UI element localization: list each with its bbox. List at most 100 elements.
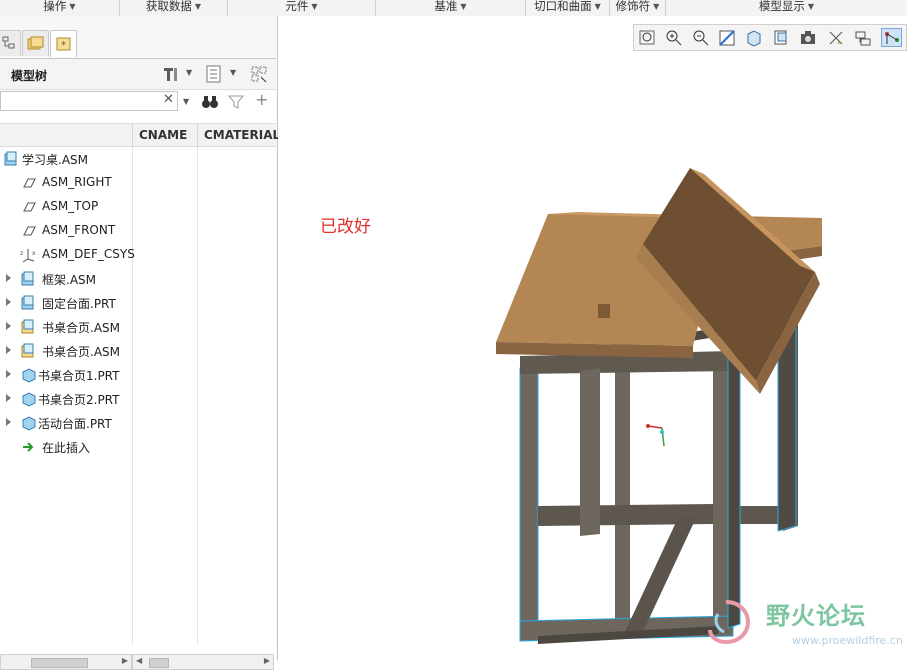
- tree-item-hinge-prt-1[interactable]: 书桌合页1.PRT: [0, 363, 132, 387]
- clear-icon[interactable]: ✕: [163, 92, 174, 107]
- expand-arrow-icon[interactable]: [6, 274, 11, 282]
- tree-item-asm-def-csys[interactable]: z x ASM_DEF_CSYS: [0, 243, 135, 267]
- chevron-down-icon: ▼: [311, 2, 318, 11]
- svg-text:*: *: [61, 40, 66, 51]
- zoom-in-icon[interactable]: [663, 28, 684, 47]
- annotation-display-icon[interactable]: [853, 28, 874, 47]
- expand-arrow-icon[interactable]: [6, 322, 11, 330]
- zoom-out-icon[interactable]: [690, 28, 711, 47]
- ribbon-group-label: 操作: [43, 0, 67, 13]
- tab-model-tree[interactable]: [0, 30, 21, 56]
- expand-arrow-icon[interactable]: [6, 298, 11, 306]
- tree-item-label: ASM_DEF_CSYS: [42, 247, 135, 261]
- model-tree-panel: 模型树 ▼ ▼ ✕ ▼ + CNAME CMATERIAL 学习桌.ASM AS…: [0, 58, 280, 661]
- zoom-fit-icon[interactable]: [637, 28, 658, 47]
- assembly-icon: [21, 319, 34, 334]
- tree-item-insert-here[interactable]: 在此插入: [0, 435, 132, 459]
- navigator-panel: * 模型树 ▼ ▼ ✕ ▼ + CNAME CMATERIAL 学习桌.ASM …: [0, 16, 280, 670]
- expand-arrow-icon[interactable]: [6, 346, 11, 354]
- tree-icon: [2, 36, 15, 49]
- folder-icon: [27, 36, 44, 50]
- ribbon-group-model-display[interactable]: 模型显示 ▼: [666, 0, 907, 16]
- model-tree-search-row: ✕ ▼ +: [0, 90, 276, 113]
- repaint-icon[interactable]: [717, 28, 738, 47]
- scroll-right-icon[interactable]: ▶: [264, 656, 270, 665]
- favorites-icon: *: [56, 37, 71, 51]
- insert-here-icon: [23, 442, 34, 452]
- watermark-title: 野火论坛: [766, 602, 866, 630]
- tab-favorites[interactable]: *: [50, 30, 77, 57]
- tree-item-hinge-asm-1[interactable]: 书桌合页.ASM: [0, 315, 132, 339]
- datum-display-icon[interactable]: *: [826, 28, 847, 47]
- tree-item-asm-right[interactable]: ASM_RIGHT: [0, 171, 132, 195]
- ribbon-group-cut-surface[interactable]: 切口和曲面 ▼: [526, 0, 610, 16]
- model-tree-header: 模型树 ▼ ▼: [0, 59, 276, 90]
- tree-item-label: 活动台面.PRT: [38, 417, 112, 431]
- tree-item-asm-front[interactable]: ASM_FRONT: [0, 219, 132, 243]
- graphics-viewport[interactable]: * 已改好 野火论坛 www.proewildfire.cn: [278, 16, 907, 660]
- ribbon-group-modifiers[interactable]: 修饰符 ▼: [610, 0, 666, 16]
- ribbon-group-label: 修饰符: [615, 0, 651, 13]
- tab-folder-browser[interactable]: [22, 30, 49, 56]
- saved-views-icon[interactable]: [771, 28, 792, 47]
- settings-tools-icon[interactable]: [160, 64, 180, 84]
- spin-center-icon[interactable]: [881, 28, 902, 47]
- ribbon-group-get-data[interactable]: 获取数据 ▼: [120, 0, 228, 16]
- svg-text:*: *: [837, 40, 841, 47]
- tree-item-label: 书桌合页2.PRT: [38, 393, 120, 407]
- scroll-left-icon[interactable]: ◀: [136, 656, 142, 665]
- ribbon-group-label: 切口和曲面: [534, 0, 592, 13]
- datum-plane-icon: [23, 178, 36, 188]
- horizontal-scrollbar-columns[interactable]: ◀ ▶: [132, 654, 274, 670]
- annotation-note: 已改好: [320, 217, 371, 237]
- tree-item-label: 框架.ASM: [42, 273, 96, 287]
- tree-item-frame-asm[interactable]: 框架.ASM: [0, 267, 132, 291]
- ribbon-group-bar: 操作 ▼ 获取数据 ▼ 元件 ▼ 基准 ▼ 切口和曲面 ▼ 修饰符 ▼ 模型显示 ▼: [0, 0, 907, 17]
- chevron-down-icon[interactable]: ▼: [230, 68, 236, 77]
- display-style-icon[interactable]: [744, 28, 765, 47]
- search-input[interactable]: [0, 91, 178, 111]
- column-divider: [132, 147, 133, 645]
- svg-text:z: z: [20, 250, 23, 257]
- desk-3d-model[interactable]: [478, 146, 858, 656]
- column-cname[interactable]: CNAME: [132, 124, 197, 146]
- tree-item-label: 学习桌.ASM: [22, 153, 88, 167]
- assembly-icon: [21, 271, 34, 286]
- expand-arrow-icon[interactable]: [6, 394, 11, 402]
- part-icon: [22, 392, 36, 407]
- assembly-icon: [21, 343, 34, 358]
- assembly-icon: [21, 295, 34, 310]
- chevron-down-icon[interactable]: ▼: [186, 68, 192, 77]
- tree-item-asm-top[interactable]: ASM_TOP: [0, 195, 132, 219]
- chevron-down-icon: ▼: [460, 2, 467, 11]
- view-manager-icon[interactable]: [798, 28, 819, 47]
- tree-item-hinge-asm-2[interactable]: 书桌合页.ASM: [0, 339, 132, 363]
- scroll-right-icon[interactable]: ▶: [122, 656, 128, 665]
- chevron-down-icon[interactable]: ▼: [183, 97, 189, 106]
- ribbon-group-component[interactable]: 元件 ▼: [228, 0, 376, 16]
- svg-text:x: x: [32, 250, 36, 257]
- tree-item-root[interactable]: 学习桌.ASM: [0, 147, 132, 171]
- tree-item-hinge-prt-2[interactable]: 书桌合页2.PRT: [0, 387, 132, 411]
- expand-arrow-icon[interactable]: [6, 418, 11, 426]
- tree-item-fixed-top[interactable]: 固定台面.PRT: [0, 291, 132, 315]
- filter-icon[interactable]: [226, 92, 246, 112]
- tree-item-movable-top[interactable]: 活动台面.PRT: [0, 411, 132, 435]
- ribbon-group-operations[interactable]: 操作 ▼: [0, 0, 120, 16]
- expand-arrow-icon[interactable]: [6, 370, 11, 378]
- tree-item-label: ASM_TOP: [42, 199, 99, 213]
- column-cmaterial[interactable]: CMATERIAL: [197, 124, 280, 146]
- horizontal-scrollbar-tree[interactable]: ▶: [0, 654, 132, 670]
- chevron-down-icon: ▼: [594, 2, 601, 11]
- ribbon-group-label: 获取数据: [145, 0, 192, 13]
- column-divider: [197, 147, 198, 645]
- graphics-toolbar: *: [633, 24, 907, 51]
- tree-columns-icon[interactable]: [249, 64, 269, 84]
- ribbon-group-label: 模型显示: [758, 0, 805, 13]
- find-binoculars-icon[interactable]: [200, 92, 220, 112]
- tree-item-label: 在此插入: [42, 441, 91, 455]
- chevron-down-icon: ▼: [194, 2, 202, 11]
- show-list-icon[interactable]: [204, 64, 224, 84]
- ribbon-group-datum[interactable]: 基准 ▼: [376, 0, 526, 16]
- add-icon[interactable]: +: [255, 90, 268, 109]
